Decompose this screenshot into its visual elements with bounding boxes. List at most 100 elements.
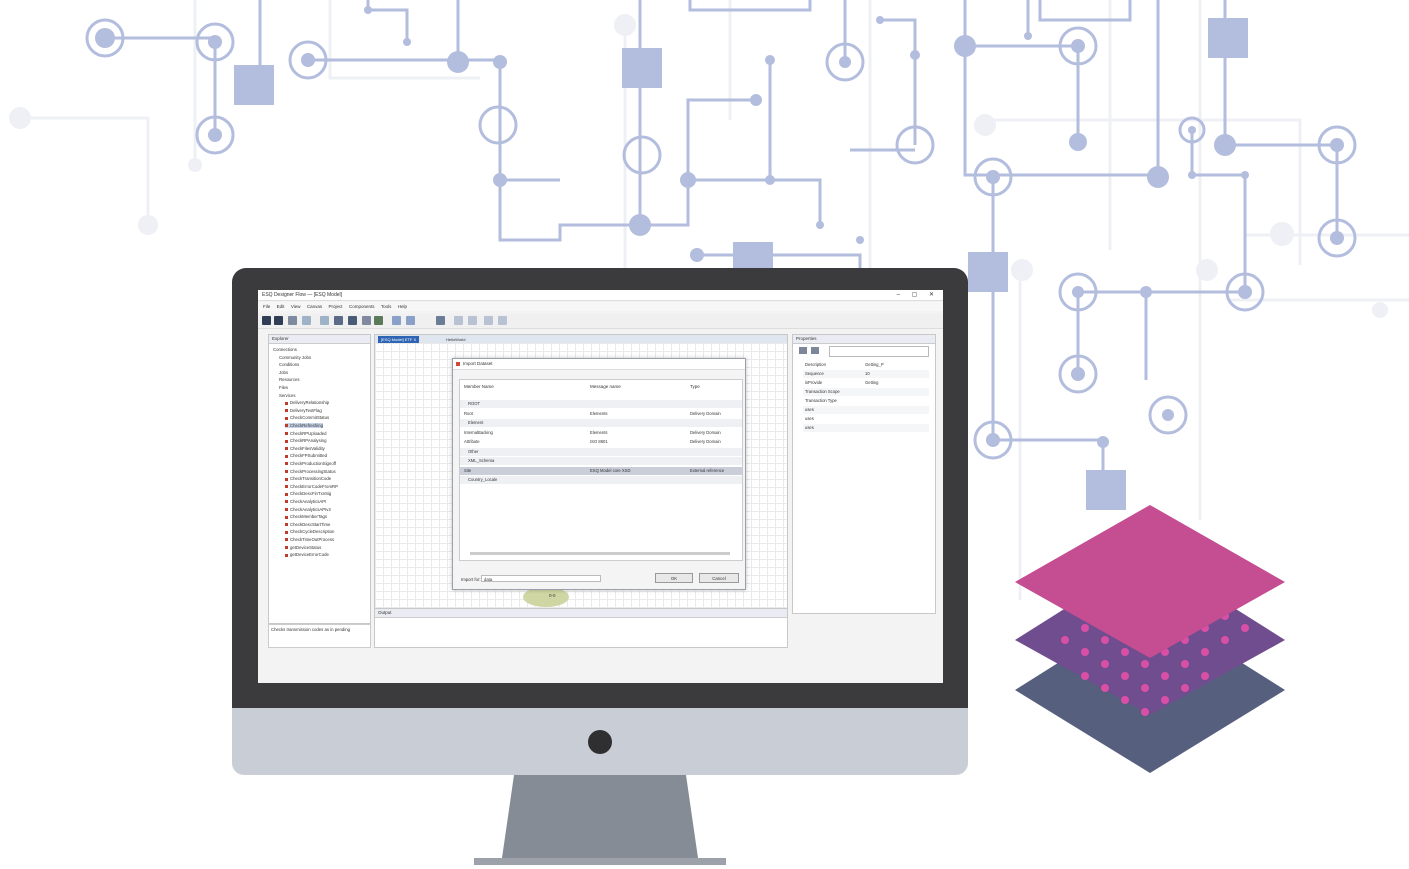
tree-item[interactable]: CheckCycleDescription: [285, 529, 334, 534]
sort-icon[interactable]: [799, 347, 807, 354]
tree-item[interactable]: Conditions: [279, 362, 299, 367]
cancel-button[interactable]: Cancel: [699, 573, 739, 583]
property-key: Description: [805, 362, 826, 367]
tab-esq-model[interactable]: [ESQ Model] ETF X: [378, 336, 420, 343]
run-icon[interactable]: [302, 316, 311, 325]
cell-type: Delivery Domain: [690, 429, 721, 435]
tree-item[interactable]: CheckTimeOutProcess: [285, 537, 334, 542]
property-row[interactable]: uses: [803, 424, 929, 432]
window-buttons[interactable]: – ▢ ✕: [897, 291, 939, 298]
hand-icon[interactable]: [348, 316, 357, 325]
menu-file[interactable]: File: [263, 304, 270, 309]
menu-tools[interactable]: Tools: [381, 304, 392, 309]
tree-item[interactable]: CheckRefreshing: [285, 423, 323, 428]
tool-icon[interactable]: [484, 316, 493, 325]
save-icon[interactable]: [274, 316, 283, 325]
tree-item[interactable]: CheckAnalyticsAPIv2: [285, 507, 331, 512]
pointer-icon[interactable]: [334, 316, 343, 325]
tree-item[interactable]: Files: [279, 385, 288, 390]
import-for-input[interactable]: data: [481, 575, 601, 582]
canvas-node[interactable]: 0-0: [523, 587, 569, 607]
property-row[interactable]: uses: [803, 406, 929, 414]
table-row[interactable]: Attribute ISO 8601 Delivery Domain: [460, 438, 742, 446]
tree-item[interactable]: getDeviceErrorCode: [285, 552, 329, 557]
zoom-out-icon[interactable]: [406, 316, 415, 325]
tree-item[interactable]: CheckProductionSignoff: [285, 461, 336, 466]
col-member-name[interactable]: Member Name: [464, 384, 494, 389]
col-type[interactable]: Type: [690, 384, 700, 389]
menu-help[interactable]: Help: [398, 304, 407, 309]
align-icon[interactable]: [468, 316, 477, 325]
cell-msg: Elements: [590, 410, 608, 416]
property-row[interactable]: Sequence 10: [803, 370, 929, 378]
check-icon[interactable]: [374, 316, 383, 325]
table-row[interactable]: InternalBacking Elements Delivery Domain: [460, 429, 742, 437]
table-row[interactable]: XML_Schema: [460, 457, 742, 465]
table-row[interactable]: Country_Locale: [460, 476, 742, 484]
job-icon: [285, 469, 288, 473]
properties-search-input[interactable]: [829, 346, 929, 357]
tree-item[interactable]: Community Jobs: [279, 355, 311, 360]
settings-icon[interactable]: [498, 316, 507, 325]
tree-item[interactable]: CheckDescStartTime: [285, 522, 330, 527]
ok-button[interactable]: OK: [655, 573, 693, 583]
search-icon[interactable]: [288, 316, 297, 325]
tree-item[interactable]: CheckAnalyticsAPI: [285, 499, 326, 504]
menu-canvas[interactable]: Canvas: [307, 304, 322, 309]
tree-item[interactable]: DeliveryRelationship: [285, 400, 329, 405]
table-row[interactable]: Root Elements Delivery Domain: [460, 410, 742, 418]
layout-icon[interactable]: [454, 316, 463, 325]
tree-item[interactable]: Services: [279, 393, 295, 398]
cell-msg: ISO 8601: [590, 439, 608, 444]
grid-icon[interactable]: [436, 316, 445, 325]
tree-item-label: CheckAnalyticsAPI: [290, 499, 327, 504]
tree-item-label: CheckFPSubmitted: [290, 453, 328, 459]
menu-project[interactable]: Project: [329, 304, 343, 309]
copy-icon[interactable]: [362, 316, 371, 325]
zoom-in-icon[interactable]: [392, 316, 401, 325]
property-row[interactable]: Transaction Scope: [803, 388, 929, 396]
tree-item[interactable]: DeliveryTestFlag: [285, 408, 322, 413]
menu-edit[interactable]: Edit: [277, 304, 285, 309]
import-dialog: Import Dataset Member Name Message name …: [452, 358, 746, 590]
tree-item[interactable]: CheckDescFinTxnSig: [285, 491, 331, 496]
tree-item[interactable]: CheckErrorCodeFromRP: [285, 484, 338, 489]
table-row[interactable]: ROOT: [460, 400, 742, 408]
menu-components[interactable]: Components: [349, 304, 375, 309]
output-panel: Output: [374, 608, 788, 648]
tree-item[interactable]: CheckRPAnalysing: [285, 438, 326, 443]
tree-item[interactable]: CheckMemberTags: [285, 514, 327, 519]
tree-item[interactable]: CheckRPUploaded: [285, 431, 327, 436]
tree-item[interactable]: CheckProcessingStatus: [285, 469, 336, 474]
table-row[interactable]: Other: [460, 447, 742, 456]
tree-item-label: CheckTimeOutProcess: [290, 537, 335, 542]
status-description: Checks transmission codes as in pending: [268, 624, 371, 648]
tab-helloworld[interactable]: HelloWorld: [443, 336, 469, 343]
step-icon[interactable]: [320, 316, 329, 325]
property-row[interactable]: uses: [803, 415, 929, 423]
menu-view[interactable]: View: [291, 304, 301, 309]
tree-item[interactable]: Connections: [273, 347, 297, 352]
property-row[interactable]: Transaction Type: [803, 397, 929, 405]
horizontal-scrollbar[interactable]: [470, 552, 730, 555]
tree-item[interactable]: Jobs: [279, 370, 288, 375]
tree-item[interactable]: Resources: [279, 377, 300, 382]
tree-item[interactable]: CheckCommitStatus: [285, 415, 329, 420]
property-value: Getting: [865, 380, 879, 385]
new-icon[interactable]: [262, 316, 271, 325]
table-row[interactable]: Element: [460, 419, 742, 427]
tree-item[interactable]: CheckFPSubmitted: [285, 453, 327, 458]
col-message-name[interactable]: Message name: [590, 384, 621, 389]
dialog-title: Import Dataset: [463, 361, 493, 366]
tree-item[interactable]: getDeviceStatus: [285, 545, 321, 550]
table-row[interactable]: Site ESQ Model core XSD External reference: [460, 466, 742, 475]
property-row[interactable]: isProvide Getting: [803, 379, 929, 387]
job-icon: [285, 507, 288, 511]
property-key: isProvide: [805, 380, 823, 385]
cell-name: ROOT: [468, 401, 481, 406]
canvas-node-label: 0-0: [549, 593, 556, 598]
property-row[interactable]: Description Getting_P: [803, 361, 929, 369]
tree-item[interactable]: CheckFilesValidity: [285, 446, 325, 451]
tree-item[interactable]: CheckTransitionCode: [285, 476, 331, 481]
categories-icon[interactable]: [811, 347, 819, 354]
